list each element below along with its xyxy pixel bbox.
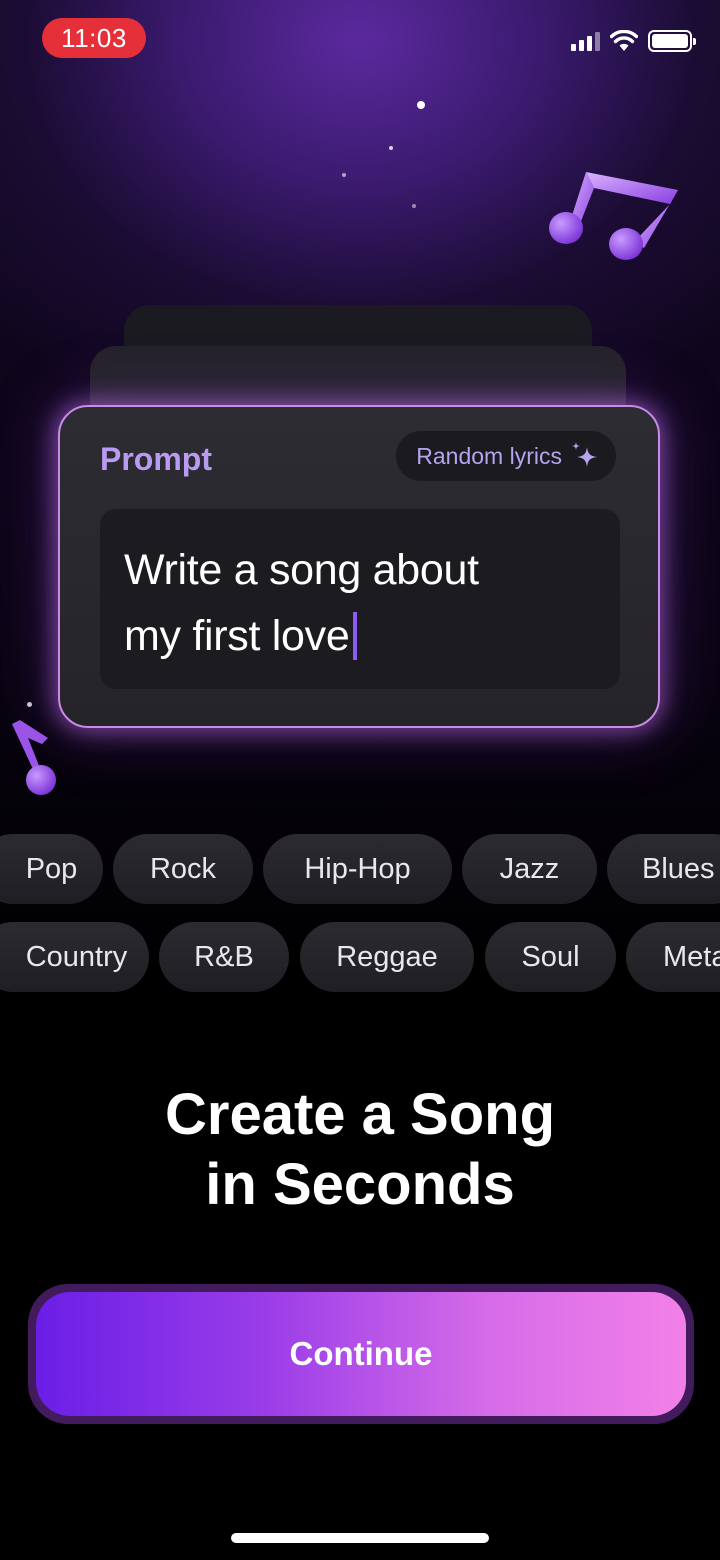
text-caret: [353, 612, 358, 660]
genre-chip[interactable]: Hip-Hop: [263, 834, 452, 904]
random-lyrics-label: Random lyrics: [416, 442, 562, 469]
headline-line-1: Create a Song: [165, 1082, 555, 1147]
genre-chip[interactable]: Blues: [607, 834, 720, 904]
genre-chip[interactable]: Pop: [0, 834, 103, 904]
genre-chip[interactable]: Rock: [113, 834, 253, 904]
wifi-icon: [610, 30, 638, 51]
genre-chip[interactable]: Reggae: [300, 922, 474, 992]
sparkle-dot: [389, 146, 393, 150]
genre-chip[interactable]: Country: [0, 922, 149, 992]
genre-chip[interactable]: Meta: [626, 922, 720, 992]
prompt-label: Prompt: [100, 441, 212, 477]
headline: Create a Song in Seconds: [0, 1080, 720, 1220]
onboarding-screen: 11:03 Prompt Random lyrics Write a song …: [0, 0, 720, 1560]
signal-icon: [571, 31, 600, 51]
prompt-text: Write a song about my first love: [124, 546, 479, 660]
random-lyrics-button[interactable]: Random lyrics: [396, 431, 616, 481]
sparkle-dot: [412, 204, 416, 208]
sparkle-dot: [27, 702, 32, 707]
continue-button[interactable]: Continue: [36, 1292, 686, 1416]
genre-chip[interactable]: Soul: [485, 922, 616, 992]
status-icons: [571, 30, 696, 52]
continue-button-frame: Continue: [28, 1284, 694, 1424]
status-time: 11:03: [42, 18, 146, 58]
music-note-small-icon: [12, 720, 56, 795]
genre-chip[interactable]: R&B: [159, 922, 289, 992]
genre-row-1: Pop Rock Hip-Hop Jazz Blues: [0, 834, 720, 904]
battery-icon: [648, 30, 696, 52]
sparkle-dot: [342, 173, 346, 177]
genre-row-2: Country R&B Reggae Soul Meta: [0, 922, 720, 992]
sparkle-dot: [417, 101, 425, 109]
sparkle-icon: [572, 442, 597, 467]
prompt-input[interactable]: Write a song about my first love: [100, 509, 620, 689]
prompt-card: Prompt Random lyrics Write a song about …: [58, 405, 660, 728]
home-indicator[interactable]: [231, 1533, 489, 1543]
music-note-icon: [549, 172, 678, 260]
genre-chip[interactable]: Jazz: [462, 834, 597, 904]
headline-line-2: in Seconds: [205, 1152, 515, 1217]
